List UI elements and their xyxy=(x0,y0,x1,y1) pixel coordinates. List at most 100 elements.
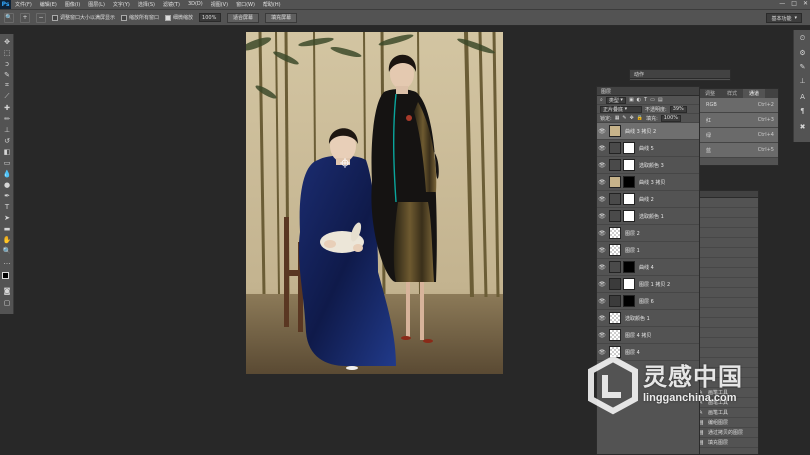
history-brush-tool-icon[interactable]: ↺ xyxy=(2,136,12,145)
hand-tool-icon[interactable]: ✋ xyxy=(2,235,12,244)
stamp-tool-icon[interactable]: ⊥ xyxy=(2,125,12,134)
minimize-icon[interactable]: — xyxy=(779,0,785,7)
history-panel-icon[interactable]: ⏲ xyxy=(797,34,808,43)
layer-row[interactable]: 👁 曲线 4 xyxy=(597,259,699,276)
marquee-tool-icon[interactable]: ⬚ xyxy=(2,48,12,57)
lasso-tool-icon[interactable]: ↄ xyxy=(2,59,12,68)
fill-field[interactable]: 100% xyxy=(660,114,682,122)
layers-panel-header[interactable]: 图层 xyxy=(597,87,699,96)
layer-mask-thumbnail[interactable] xyxy=(623,142,635,154)
healing-tool-icon[interactable]: ✚ xyxy=(2,103,12,112)
resize-windows-checkbox[interactable]: 调整窗口大小以满屏显示 xyxy=(52,14,115,21)
visibility-eye-icon[interactable]: 👁 xyxy=(597,230,607,237)
zoom-all-windows-checkbox[interactable]: 缩放所有窗口 xyxy=(121,14,159,21)
layer-mask-thumbnail[interactable] xyxy=(623,295,635,307)
paragraph-panel-icon[interactable]: ¶ xyxy=(797,106,808,115)
layer-mask-thumbnail[interactable] xyxy=(623,261,635,273)
menu-item[interactable]: 图层(L) xyxy=(84,1,109,8)
lock-transparent-icon[interactable]: ▦ xyxy=(615,115,620,121)
layer-row[interactable]: 👁 选取颜色 1 xyxy=(597,310,699,327)
history-row[interactable]: ▤ 编组图层 xyxy=(694,418,758,428)
history-row[interactable]: ▤ 填充图层 xyxy=(694,438,758,448)
brush-tool-icon[interactable]: ✏ xyxy=(2,114,12,123)
menu-item[interactable]: 选择(S) xyxy=(134,1,159,8)
layer-mask-thumbnail[interactable] xyxy=(623,176,635,188)
layer-row[interactable]: 👁 图层 2 xyxy=(597,225,699,242)
menu-item[interactable]: 窗口(W) xyxy=(232,1,259,8)
actions-panel-header[interactable]: 动作 xyxy=(630,70,730,79)
crop-tool-icon[interactable]: ⌗ xyxy=(2,81,12,90)
dodge-tool-icon[interactable]: ● xyxy=(2,180,12,189)
quick-select-tool-icon[interactable]: ✎ xyxy=(2,70,12,79)
layer-row[interactable]: 👁 图层 1 拷贝 2 xyxy=(597,276,699,293)
shape-filter-icon[interactable]: ▭ xyxy=(650,97,655,103)
layer-mask-thumbnail[interactable] xyxy=(623,278,635,290)
menu-item[interactable]: 编辑(E) xyxy=(36,1,61,8)
move-tool-icon[interactable]: ✥ xyxy=(2,37,12,46)
maximize-icon[interactable]: □ xyxy=(791,0,797,7)
visibility-eye-icon[interactable]: 👁 xyxy=(597,213,607,220)
menu-item[interactable]: 文字(Y) xyxy=(109,1,134,8)
layer-filter-select[interactable]: 类型 ▾ xyxy=(605,96,626,104)
visibility-eye-icon[interactable]: 👁 xyxy=(597,332,607,339)
type-filter-icon[interactable]: T xyxy=(644,97,647,103)
visibility-eye-icon[interactable]: 👁 xyxy=(597,128,607,135)
channels-tab[interactable]: 调整 xyxy=(699,89,721,98)
brush-settings-icon[interactable]: ⚙ xyxy=(797,48,808,57)
lock-all-icon[interactable]: 🔒 xyxy=(637,115,643,121)
layer-row[interactable]: 👁 曲线 5 xyxy=(597,140,699,157)
eyedropper-tool-icon[interactable]: ⟋ xyxy=(2,92,12,101)
layer-row[interactable]: 👁 曲线 3 拷贝 2 xyxy=(597,123,699,140)
menu-item[interactable]: 图像(I) xyxy=(61,1,84,8)
document-canvas[interactable] xyxy=(246,32,503,374)
opacity-field[interactable]: 39% xyxy=(669,105,687,113)
visibility-eye-icon[interactable]: 👁 xyxy=(597,196,607,203)
history-row[interactable]: ▤ 通过拷贝的图层 xyxy=(694,428,758,438)
zoom-out-icon[interactable]: − xyxy=(36,12,46,23)
layer-row[interactable]: 👁 选取颜色 1 xyxy=(597,208,699,225)
visibility-eye-icon[interactable]: 👁 xyxy=(597,247,607,254)
character-panel-icon[interactable]: A xyxy=(797,92,808,101)
layer-row[interactable]: 👁 图层 6 xyxy=(597,293,699,310)
blur-tool-icon[interactable]: 💧 xyxy=(2,169,12,178)
fit-screen-button[interactable]: 适合屏幕 xyxy=(227,12,260,23)
close-icon[interactable]: ✕ xyxy=(803,0,808,7)
visibility-eye-icon[interactable]: 👁 xyxy=(597,264,607,271)
visibility-eye-icon[interactable]: 👁 xyxy=(597,281,607,288)
channels-tab[interactable]: 样式 xyxy=(721,89,743,98)
pixel-filter-icon[interactable]: ▣ xyxy=(629,97,634,103)
visibility-eye-icon[interactable]: 👁 xyxy=(597,315,607,322)
pen-tool-icon[interactable]: ✒ xyxy=(2,191,12,200)
zoom-in-icon[interactable]: + xyxy=(20,12,30,23)
channel-row[interactable]: RGB Ctrl+2 xyxy=(699,98,778,113)
adjustment-filter-icon[interactable]: ◐ xyxy=(637,97,641,103)
smart-object-filter-icon[interactable]: ▤ xyxy=(658,97,663,103)
path-select-tool-icon[interactable]: ➤ xyxy=(2,213,12,222)
layer-row[interactable]: 👁 曲线 3 拷贝 xyxy=(597,174,699,191)
layer-row[interactable]: 👁 曲线 2 xyxy=(597,191,699,208)
screen-mode-icon[interactable]: ▢ xyxy=(2,298,12,307)
layer-mask-thumbnail[interactable] xyxy=(623,210,635,222)
layer-row[interactable]: 👁 选取颜色 3 xyxy=(597,157,699,174)
menu-item[interactable]: 3D(D) xyxy=(184,1,207,8)
channel-row[interactable]: 蓝 Ctrl+5 xyxy=(699,143,778,158)
menu-item[interactable]: 帮助(H) xyxy=(259,1,285,8)
brush-presets-icon[interactable]: ✎ xyxy=(797,62,808,71)
workspace-switcher[interactable]: 基本功能 ▾ xyxy=(766,13,802,23)
layer-mask-thumbnail[interactable] xyxy=(623,159,635,171)
menu-item[interactable]: 文件(F) xyxy=(11,1,36,8)
blend-mode-select[interactable]: 正片叠底 ▾ xyxy=(600,105,642,113)
more-tools-icon[interactable]: … xyxy=(2,257,12,266)
eraser-tool-icon[interactable]: ◧ xyxy=(2,147,12,156)
lock-pixels-icon[interactable]: ✎ xyxy=(622,115,626,121)
lock-position-icon[interactable]: ✥ xyxy=(630,115,634,121)
channel-row[interactable]: 红 Ctrl+3 xyxy=(699,113,778,128)
scrubby-zoom-checkbox[interactable]: 细微缩放 xyxy=(165,14,193,21)
layer-row[interactable]: 👁 图层 1 xyxy=(597,242,699,259)
layer-row[interactable]: 👁 图层 4 拷贝 xyxy=(597,327,699,344)
zoom-tool-icon[interactable]: 🔍 xyxy=(4,12,14,23)
foreground-color-swatch[interactable] xyxy=(2,272,9,279)
channel-row[interactable]: 绿 Ctrl+4 xyxy=(699,128,778,143)
zoom-tool-side-icon[interactable]: 🔍 xyxy=(2,246,12,255)
menu-item[interactable]: 滤镜(T) xyxy=(159,1,184,8)
